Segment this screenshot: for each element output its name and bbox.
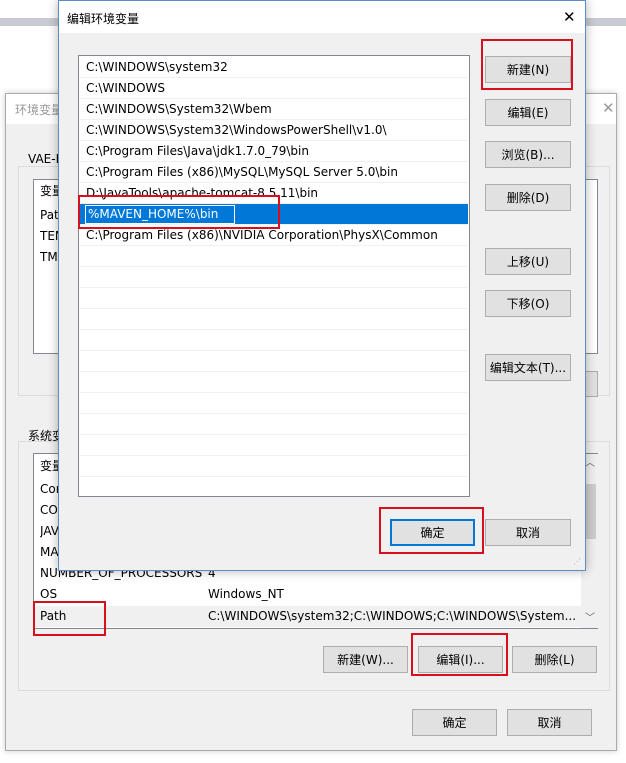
scroll-down-icon[interactable]: ﹀ bbox=[585, 609, 595, 624]
empty-row bbox=[80, 330, 468, 351]
outer-cancel-button[interactable]: 取消 bbox=[507, 709, 592, 736]
edit-text-button[interactable]: 编辑文本(T)... bbox=[485, 354, 571, 381]
path-entry[interactable]: C:\WINDOWS\System32\WindowsPowerShell\v1… bbox=[80, 120, 468, 141]
system-var-name[interactable]: JAV bbox=[40, 521, 59, 542]
empty-row bbox=[80, 246, 468, 267]
empty-row bbox=[80, 393, 468, 414]
path-entry[interactable]: C:\Program Files (x86)\MySQL\MySQL Serve… bbox=[80, 162, 468, 183]
outer-ok-button[interactable]: 确定 bbox=[412, 709, 497, 736]
path-entry[interactable]: C:\Program Files (x86)\NVIDIA Corporatio… bbox=[80, 225, 468, 246]
outer-close-icon[interactable]: ✕ bbox=[602, 99, 615, 117]
delete-button[interactable]: 删除(D) bbox=[485, 184, 571, 211]
ok-button[interactable]: 确定 bbox=[390, 519, 475, 546]
background-bar bbox=[0, 18, 60, 26]
empty-row bbox=[80, 372, 468, 393]
empty-row bbox=[80, 309, 468, 330]
user-var-row[interactable]: Pat bbox=[40, 205, 59, 226]
system-var-value[interactable]: Windows_NT bbox=[208, 584, 284, 605]
system-var-name-path[interactable]: Path bbox=[40, 606, 66, 627]
edit-env-var-dialog: 编辑环境变量 ✕ C:\WINDOWS\system32 C:\WINDOWS … bbox=[58, 0, 586, 571]
empty-row bbox=[80, 288, 468, 309]
system-var-value-path[interactable]: C:\WINDOWS\system32;C:\WINDOWS;C:\WINDOW… bbox=[208, 606, 580, 627]
cancel-button[interactable]: 取消 bbox=[485, 519, 571, 546]
browse-button[interactable]: 浏览(B)... bbox=[485, 141, 571, 168]
path-entry[interactable]: C:\WINDOWS\system32 bbox=[80, 57, 468, 78]
empty-row bbox=[80, 267, 468, 288]
resize-grip-icon[interactable]: ⋰ bbox=[573, 557, 581, 566]
outer-window-title: 环境变量 bbox=[15, 103, 64, 117]
system-new-button[interactable]: 新建(W)... bbox=[323, 646, 408, 673]
system-var-name[interactable]: OS bbox=[40, 584, 57, 605]
empty-row bbox=[80, 414, 468, 435]
new-button[interactable]: 新建(N) bbox=[485, 56, 571, 83]
dialog-title: 编辑环境变量 bbox=[67, 12, 140, 26]
path-entry-selected[interactable]: %MAVEN_HOME%\bin bbox=[80, 204, 468, 225]
user-var-row[interactable]: TM bbox=[40, 247, 58, 268]
edit-button[interactable]: 编辑(E) bbox=[485, 99, 571, 126]
scroll-up-icon[interactable]: ︿ bbox=[585, 454, 595, 469]
empty-row bbox=[80, 435, 468, 456]
background-bar bbox=[580, 18, 626, 26]
system-edit-button[interactable]: 编辑(I)... bbox=[418, 646, 503, 673]
path-entry[interactable]: C:\WINDOWS bbox=[80, 78, 468, 99]
system-var-name[interactable]: MA bbox=[40, 542, 59, 563]
system-delete-button[interactable]: 删除(L) bbox=[512, 646, 597, 673]
path-entry[interactable]: D:\JavaTools\apache-tomcat-8.5.11\bin bbox=[80, 183, 468, 204]
path-entry[interactable]: C:\WINDOWS\System32\Wbem bbox=[80, 99, 468, 120]
move-down-button[interactable]: 下移(O) bbox=[485, 290, 571, 317]
empty-row bbox=[80, 456, 468, 477]
empty-row bbox=[80, 351, 468, 372]
system-var-name[interactable]: CO bbox=[40, 500, 58, 521]
move-up-button[interactable]: 上移(U) bbox=[485, 248, 571, 275]
path-entries-list[interactable]: C:\WINDOWS\system32 C:\WINDOWS C:\WINDOW… bbox=[78, 55, 470, 497]
path-entry[interactable]: C:\Program Files\Java\jdk1.7.0_79\bin bbox=[80, 141, 468, 162]
dialog-close-icon[interactable]: ✕ bbox=[563, 8, 576, 26]
path-entry-edit-field[interactable]: %MAVEN_HOME%\bin bbox=[85, 205, 235, 224]
